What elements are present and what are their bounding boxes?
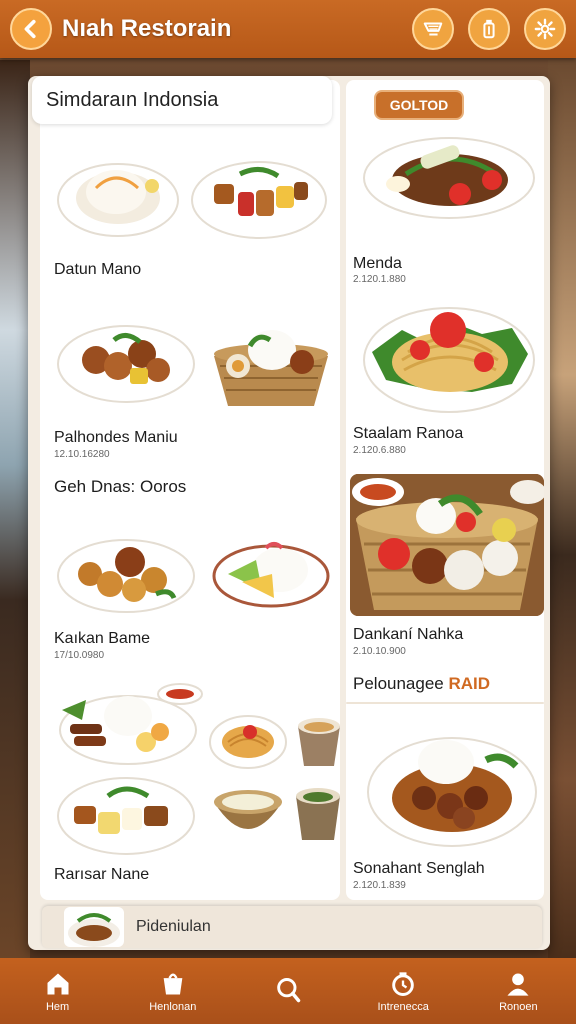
strip-thumbnail	[64, 907, 124, 947]
menu-item-name[interactable]: Palhondes Maniu	[54, 429, 178, 447]
home-icon	[47, 973, 69, 994]
menu-item-name[interactable]: Datun Mano	[54, 261, 141, 279]
back-button[interactable]	[10, 8, 52, 50]
menu-item-name[interactable]: Sonahant Senglah	[353, 860, 485, 878]
dish-image	[68, 913, 120, 947]
golden-badge: GOLTOD	[374, 90, 464, 120]
dish-image[interactable]	[56, 532, 196, 614]
top-app-bar: Nıah Restorain	[0, 0, 576, 58]
nav-home[interactable]: Hem	[8, 970, 108, 1013]
dish-image[interactable]	[296, 714, 342, 770]
restaurant-background-right	[548, 60, 576, 960]
chevron-left-icon	[24, 19, 36, 39]
promo-label: Pelounagee RAID	[353, 674, 490, 694]
dish-image[interactable]	[190, 156, 328, 240]
app-title: Nıah Restorain	[62, 15, 232, 42]
menu-item-name[interactable]: Rarısar Nane	[54, 866, 149, 884]
nav-history[interactable]: Intrenecca	[353, 970, 453, 1013]
divider	[346, 702, 544, 704]
nav-search[interactable]	[238, 976, 338, 1007]
dish-image[interactable]	[294, 784, 342, 844]
dish-image[interactable]	[212, 538, 330, 610]
dish-image[interactable]	[366, 732, 538, 848]
dish-image	[350, 474, 544, 616]
menu-item-name[interactable]: Staalam Ranoa	[353, 425, 463, 443]
menu-item-code: 2.120.1.839	[353, 880, 406, 891]
menu-item-code: 12.10.16280	[54, 449, 110, 460]
nav-menu[interactable]: Henlonan	[123, 970, 223, 1013]
strip-label: Pideniulan	[136, 918, 211, 935]
dish-image[interactable]	[362, 300, 536, 416]
menu-item-name[interactable]: Kaıkan Bame	[54, 630, 150, 648]
menu-item-name[interactable]: Menda	[353, 255, 402, 273]
menu-item-code: 2.120.1.880	[353, 274, 406, 285]
dish-image[interactable]	[362, 134, 536, 220]
promo-text: Pelounagee	[353, 674, 444, 693]
dish-image[interactable]	[208, 712, 288, 772]
nav-label: Henlonan	[149, 1000, 197, 1013]
dish-image[interactable]	[212, 786, 284, 848]
search-icon	[277, 977, 301, 1002]
nav-profile[interactable]: Ronoen	[468, 970, 568, 1013]
dish-image[interactable]	[56, 158, 180, 238]
menu-item-code: 17/10.0980	[54, 650, 105, 661]
bottle-button[interactable]	[468, 8, 510, 50]
menu-item-code: 2.120.6.880	[353, 445, 406, 456]
menu-bag-icon	[163, 973, 183, 994]
nav-label: Hem	[45, 1000, 70, 1013]
dish-image[interactable]	[56, 320, 196, 404]
recent-order-strip[interactable]: Pideniulan	[42, 906, 542, 948]
bottom-navigation: Hem Henlonan Intrenecca Ronoen	[0, 958, 576, 1024]
gear-icon	[534, 18, 556, 40]
promo-tag[interactable]: RAID	[449, 674, 491, 693]
section-title: Simdaraın Indonsia	[32, 76, 332, 124]
menu-item-name[interactable]: Dankaní Nahka	[353, 626, 463, 644]
dish-image[interactable]	[56, 680, 206, 768]
settings-button[interactable]	[524, 8, 566, 50]
category-label: Geh Dnas: Ooros	[54, 477, 187, 496]
dish-image[interactable]	[210, 326, 332, 412]
nav-label: Ronoen	[499, 1000, 538, 1013]
cart-icon	[423, 22, 443, 36]
restaurant-background-left	[0, 60, 30, 960]
bottle-icon	[483, 19, 495, 39]
nav-label: Intrenecca	[377, 1000, 429, 1013]
clock-icon	[392, 971, 414, 996]
profile-icon	[507, 973, 529, 996]
featured-dish-photo[interactable]	[350, 474, 544, 616]
dish-image[interactable]	[56, 772, 196, 856]
menu-item-code: 2.10.10.900	[353, 646, 406, 657]
cart-button[interactable]	[412, 8, 454, 50]
